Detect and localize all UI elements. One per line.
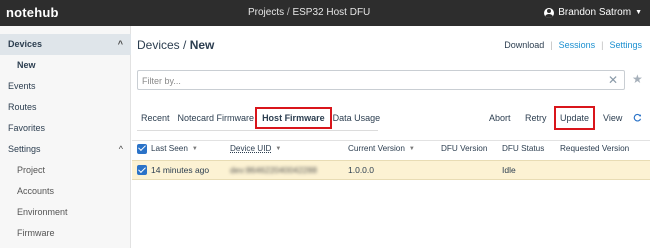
view-button[interactable]: View [603,110,622,126]
abort-button[interactable]: Abort [489,110,511,126]
breadcrumb-projects[interactable]: Projects [248,7,284,18]
clear-icon[interactable]: ✕ [608,73,618,87]
tab-host-firmware[interactable]: Host Firmware [255,107,332,129]
column-label: Last Seen [151,144,188,153]
notehub-logo[interactable]: notehub [6,5,59,20]
update-button[interactable]: Update [553,106,596,130]
refresh-icon[interactable] [633,113,642,122]
table-row[interactable]: 14 minutes ago dev:864622040042288 1.0.0… [132,160,650,180]
user-menu[interactable]: Brandon Satrom ▼ [544,7,642,18]
filter-box: ✕ [137,70,625,90]
chevron-up-icon: ^ [118,144,123,154]
column-label: Device UID [230,144,272,153]
download-link[interactable]: Download [504,40,544,50]
cell-dfu-status: Idle [502,165,516,175]
column-requested-version[interactable]: Requested Version [560,141,629,156]
breadcrumb-project[interactable]: ESP32 Host DFU [292,7,370,18]
column-device-uid[interactable]: Device UID ▼ [230,141,281,156]
sidebar-item-label: Settings [8,144,41,154]
top-bar: notehub Projects / ESP32 Host DFU Brando… [0,0,650,26]
user-name: Brandon Satrom [558,7,632,18]
cell-current-version: 1.0.0.0 [348,165,374,175]
cell-device-uid[interactable]: dev:864622040042288 [230,161,317,179]
sidebar-item-accounts[interactable]: Accounts [0,181,131,202]
sidebar-item-firmware[interactable]: Firmware [0,223,131,244]
chevron-up-icon: ^ [117,39,123,49]
column-current-version[interactable]: Current Version ▼ [348,141,415,156]
sort-icon: ▼ [408,145,415,152]
column-dfu-status[interactable]: DFU Status [502,141,544,156]
table-header: Last Seen ▼ Device UID ▼ Current Version ▼ … [132,140,650,156]
checkbox-checked-icon [137,165,147,175]
tab-data-usage[interactable]: Data Usage [329,110,385,126]
checkbox-checked-icon [137,143,147,154]
column-dfu-version[interactable]: DFU Version [441,141,487,156]
column-last-seen[interactable]: Last Seen ▼ [151,141,198,156]
page-title-page: New [189,38,215,52]
sort-icon: ▼ [191,145,198,152]
column-label: Current Version [348,144,405,153]
sort-icon: ▼ [275,145,282,152]
breadcrumb-separator: / [286,7,290,18]
settings-link[interactable]: Settings [609,40,642,50]
cell-last-seen: 14 minutes ago [151,165,210,175]
header-links: Download | Sessions | Settings [504,40,642,50]
sidebar-item-devices[interactable]: Devices ^ [0,34,131,55]
user-icon [544,7,555,18]
sidebar-item-routes[interactable]: Routes [0,97,131,118]
tab-notecard-firmware[interactable]: Notecard Firmware [174,110,259,126]
sidebar-item-new[interactable]: New [0,55,131,76]
filter-input[interactable] [142,74,582,87]
link-divider: | [550,40,553,50]
star-icon[interactable]: ★ [632,72,643,86]
device-tabs: Recent Notecard Firmware Host Firmware D… [137,107,385,129]
retry-button[interactable]: Retry [525,110,547,126]
row-checkbox[interactable] [137,161,147,179]
caret-down-icon: ▼ [635,9,642,16]
sidebar-item-favorites[interactable]: Favorites [0,118,131,139]
sidebar-item-settings[interactable]: Settings ^ [0,139,131,160]
tab-recent[interactable]: Recent [137,110,174,126]
page-title-section[interactable]: Devices [137,38,180,52]
link-divider: | [601,40,604,50]
sidebar-item-environment[interactable]: Environment [0,202,131,223]
page-title: Devices / New [137,38,214,52]
sessions-link[interactable]: Sessions [559,40,596,50]
sidebar-item-events[interactable]: Events [0,76,131,97]
breadcrumb: Projects / ESP32 Host DFU [248,7,370,18]
select-all-checkbox[interactable] [137,141,147,156]
page-title-separator: / [183,38,187,52]
sidebar: Devices ^ New Events Routes Favorites Se… [0,26,131,248]
sidebar-item-label: Devices [8,39,43,49]
sidebar-item-project[interactable]: Project [0,160,131,181]
tabs-divider [137,130,378,131]
main-content: Devices / New Download | Sessions | Sett… [132,26,650,248]
